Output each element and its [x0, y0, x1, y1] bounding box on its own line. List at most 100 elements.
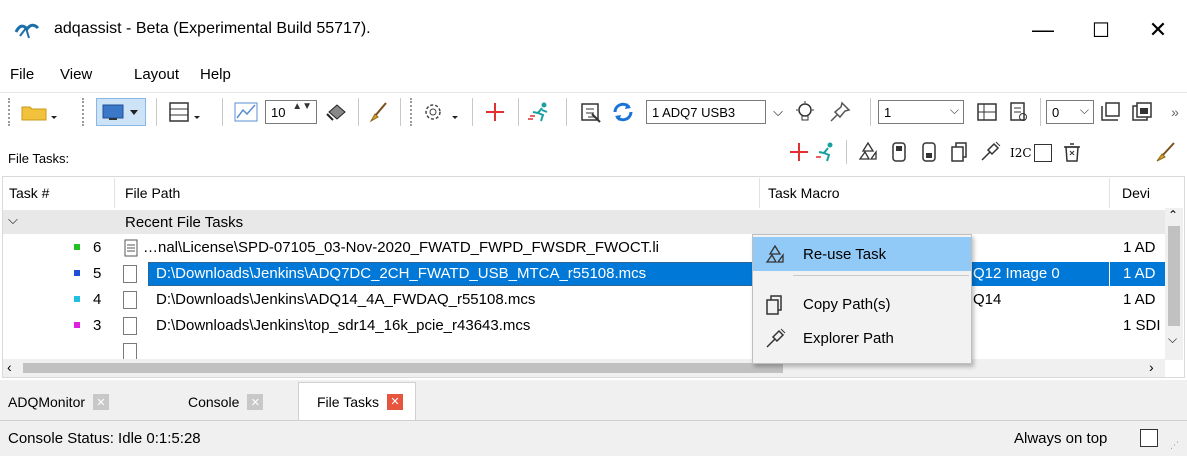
layout-button[interactable]	[166, 98, 214, 126]
spin-arrows-icon[interactable]: ▲▼	[292, 101, 312, 112]
chart-button[interactable]	[230, 98, 262, 126]
column-header-task-number[interactable]: Task #	[3, 178, 115, 208]
add-task-button[interactable]	[480, 98, 510, 126]
explorer-path-button[interactable]	[976, 138, 1004, 166]
toolbar-grip[interactable]	[410, 98, 416, 126]
window-button[interactable]	[1128, 98, 1156, 126]
index-select[interactable]: 0 ⌵	[1046, 100, 1094, 124]
close-icon: ✕	[1148, 17, 1168, 42]
task-macro: Q14	[973, 291, 1002, 308]
tab-console[interactable]: Console ✕	[188, 385, 264, 419]
clear-tasks-button[interactable]	[1150, 138, 1180, 166]
refresh-button[interactable]	[608, 98, 638, 126]
file-path: D:\Downloads\Jenkins\top_sdr14_16k_pcie_…	[156, 317, 531, 334]
open-folder-button[interactable]	[18, 98, 58, 126]
channel-select[interactable]: 1 ⌵	[878, 100, 964, 124]
device-bottom-button[interactable]	[916, 138, 942, 166]
device-cell: 1 SDI	[1123, 317, 1161, 334]
toolbar-separator	[518, 98, 519, 126]
chevron-down-icon: ⌵	[949, 103, 959, 117]
toolbar-grip[interactable]	[8, 98, 14, 126]
file-path: …nal\License\SPD-07105_03-Nov-2020_FWATD…	[143, 239, 659, 256]
tab-adqmonitor[interactable]: ADQMonitor ✕	[8, 385, 110, 419]
table-row[interactable]: 6 …nal\License\SPD-07105_03-Nov-2020_FWA…	[3, 236, 1165, 260]
gear-icon	[425, 104, 458, 120]
context-menu-copy-paths[interactable]: Copy Path(s)	[753, 287, 971, 321]
device-icon	[892, 142, 906, 162]
run-file-task-button[interactable]	[812, 138, 840, 166]
vertical-scroll-thumb[interactable]	[1168, 226, 1180, 326]
toolbar-separator	[846, 140, 847, 164]
trigger-button[interactable]	[826, 98, 856, 126]
clean-button[interactable]	[364, 98, 394, 126]
vertical-scrollbar[interactable]: ⌃ ⌵	[1165, 208, 1183, 360]
table-row[interactable]: 4 D:\Downloads\Jenkins\ADQ14_4A_FWDAQ_r5…	[3, 288, 1165, 312]
device-icon	[922, 142, 936, 162]
save-button[interactable]	[1004, 98, 1034, 126]
panel-layout-button[interactable]	[972, 98, 1002, 126]
task-number: 3	[93, 317, 102, 334]
console-status: Console Status: Idle 0:1:5:28	[8, 430, 201, 447]
status-dot	[74, 322, 80, 328]
menu-file[interactable]: File	[10, 66, 34, 83]
menu-layout[interactable]: Layout	[134, 66, 179, 83]
add-file-task-button[interactable]	[786, 138, 812, 166]
runner-icon	[528, 102, 548, 122]
device-select-chevron-down-icon[interactable]: ⌵	[768, 98, 788, 126]
minimize-button[interactable]: —	[1014, 0, 1072, 60]
device-top-button[interactable]	[886, 138, 912, 166]
app-logo-icon	[14, 23, 40, 39]
device-cell: 1 AD	[1123, 239, 1156, 256]
scroll-down-icon[interactable]: ⌵	[1168, 332, 1177, 347]
menu-view[interactable]: View	[60, 66, 92, 83]
table-row[interactable]: 5 D:\Downloads\Jenkins\ADQ7DC_2CH_FWATD_…	[3, 262, 1165, 286]
close-button[interactable]: ✕	[1129, 0, 1187, 60]
close-icon[interactable]: ✕	[386, 393, 403, 410]
table-row[interactable]	[3, 340, 1165, 359]
settings-button[interactable]	[420, 98, 468, 126]
task-number: 4	[93, 291, 102, 308]
toolbar-grip[interactable]	[82, 98, 88, 126]
context-menu-label: Re-use Task	[803, 246, 887, 263]
context-menu-explorer-path[interactable]: Explorer Path	[753, 321, 971, 355]
firmware-button[interactable]	[576, 98, 606, 126]
menu-help[interactable]: Help	[200, 66, 231, 83]
i2c-checkbox[interactable]	[1034, 144, 1052, 162]
run-button[interactable]	[524, 98, 556, 126]
scroll-right-icon[interactable]: ›	[1149, 359, 1154, 375]
delete-task-button[interactable]	[1058, 138, 1086, 166]
resize-grip-icon[interactable]: ⋰	[1170, 440, 1179, 451]
chip-button[interactable]	[322, 98, 352, 126]
display-mode-button[interactable]	[96, 98, 146, 126]
close-icon[interactable]: ✕	[93, 394, 110, 410]
reuse-task-button[interactable]	[854, 138, 882, 166]
tab-file-tasks[interactable]: File Tasks ✕	[298, 382, 416, 420]
column-header-task-macro[interactable]: Task Macro	[760, 178, 1110, 208]
collapse-chevron-icon[interactable]: ⌵	[8, 212, 18, 228]
column-header-file-path[interactable]: File Path	[115, 178, 760, 208]
copy-icon	[766, 295, 782, 315]
column-header-device[interactable]: Devi	[1110, 178, 1165, 208]
device-select[interactable]: 1 ADQ7 USB3	[646, 100, 766, 124]
status-dot	[74, 244, 80, 250]
folder-icon	[21, 106, 57, 121]
table-row[interactable]: 3 D:\Downloads\Jenkins\top_sdr14_16k_pci…	[3, 314, 1165, 338]
hint-button[interactable]	[790, 98, 820, 126]
scroll-up-icon[interactable]: ⌃	[1168, 208, 1178, 222]
device-cell: 1 AD	[1123, 265, 1156, 282]
horizontal-scrollbar[interactable]: ‹ ›	[3, 359, 1165, 377]
brush-icon	[1156, 142, 1175, 162]
tab-label: ADQMonitor	[8, 394, 86, 410]
save-icon	[1010, 102, 1027, 121]
toolbar-overflow-button[interactable]: »	[1166, 98, 1184, 126]
context-menu-reuse-task[interactable]: Re-use Task	[753, 237, 971, 271]
always-on-top-checkbox[interactable]	[1140, 429, 1158, 447]
capture-button[interactable]	[1096, 98, 1124, 126]
scroll-left-icon[interactable]: ‹	[7, 359, 12, 375]
spin-value-input[interactable]: 10 ▲▼	[265, 100, 317, 124]
maximize-button[interactable]: ☐	[1072, 0, 1130, 60]
horizontal-scroll-thumb[interactable]	[23, 363, 783, 373]
list-layout-icon	[169, 102, 200, 122]
close-icon[interactable]: ✕	[247, 394, 264, 410]
copy-path-button[interactable]	[946, 138, 972, 166]
